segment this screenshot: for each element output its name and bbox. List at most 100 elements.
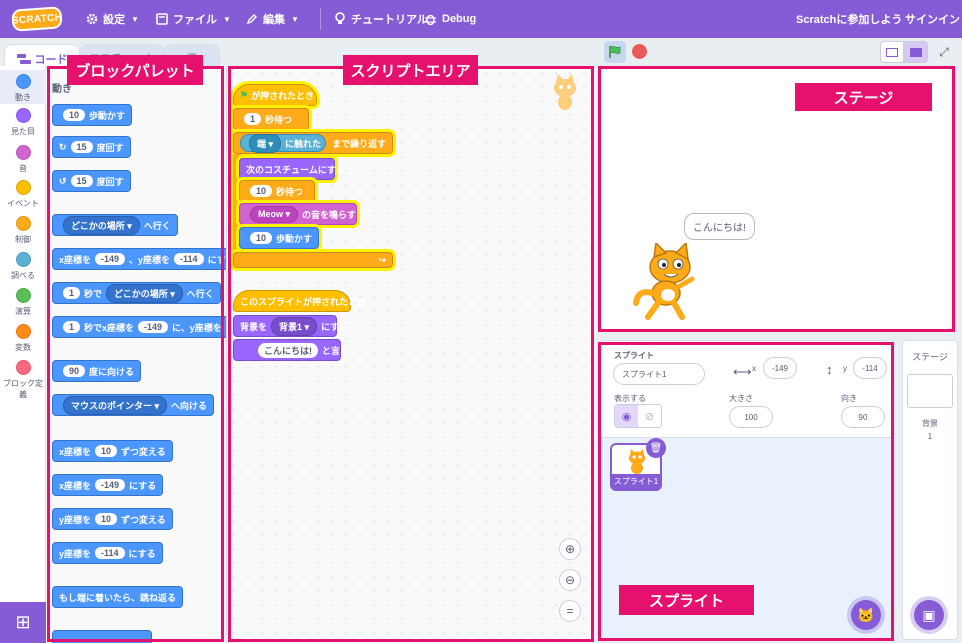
choose-sprite-button[interactable]: 🐱 <box>851 600 881 630</box>
next-costume-block[interactable]: 次のコスチュームにする <box>239 158 345 180</box>
stop-button[interactable] <box>632 44 647 59</box>
dropdown-value: 背景1 <box>279 321 303 332</box>
size-input[interactable]: 100 <box>729 406 773 428</box>
repeat-until-block[interactable]: 端 ▾ に触れた まで繰り返す <box>233 132 393 154</box>
touching-block[interactable]: 端 ▾ に触れた <box>240 133 327 153</box>
category-sensing[interactable]: 調べる <box>0 252 46 281</box>
block-turn-left[interactable]: ↺ 15 度回す <box>52 170 131 192</box>
block-glide-to[interactable]: 1 秒で どこかの場所 ▾ へ行く <box>52 282 221 304</box>
block-input[interactable]: 10 <box>63 109 86 121</box>
sprite-annotation-label: スプライト <box>619 585 754 615</box>
block-bounce[interactable]: もし端に着いたら、跳ね返る <box>52 586 184 608</box>
block-set-x[interactable]: x座標を -149 にする <box>52 474 164 496</box>
backdrop-thumbnail[interactable] <box>907 374 953 408</box>
wait-block[interactable]: 10 秒待つ <box>239 180 315 202</box>
block-input[interactable]: 10 <box>95 513 118 525</box>
zoom-reset-button[interactable]: = <box>559 600 581 622</box>
block-dropdown[interactable]: どこかの場所 ▾ <box>63 215 140 235</box>
wait-block[interactable]: 1 秒待つ <box>233 108 309 130</box>
block-glide-xy[interactable]: 1 秒でx座標を -149 に、y座標を <box>52 316 226 338</box>
cat-sprite[interactable] <box>632 243 698 321</box>
block-input[interactable]: 10 <box>250 185 273 197</box>
block-input[interactable]: -149 <box>95 253 126 265</box>
scratch-logo[interactable]: SCRATCH <box>11 6 63 32</box>
block-input[interactable]: -114 <box>95 547 125 559</box>
block-goto[interactable]: どこかの場所 ▾ へ行く <box>52 214 178 236</box>
block-input[interactable]: 10 <box>250 232 273 244</box>
block-input[interactable]: こんにちは! <box>258 342 318 358</box>
join-scratch-link[interactable]: Scratchに参加しよう <box>796 0 902 38</box>
when-sprite-clicked-block[interactable]: このスプライトが押されたとき <box>233 290 366 312</box>
block-input[interactable]: 10 <box>95 445 118 457</box>
category-my-blocks[interactable]: ブロック定義 <box>0 360 46 400</box>
dropdown-value: Meow <box>258 208 284 219</box>
zoom-out-button[interactable]: ⊖ <box>559 569 581 591</box>
category-variables[interactable]: 変数 <box>0 324 46 353</box>
category-control[interactable]: 制御 <box>0 216 46 245</box>
block-dropdown[interactable]: マウスのポインター ▾ <box>63 395 168 415</box>
block-set-y[interactable]: y座標を -114 にする <box>52 542 163 564</box>
say-block[interactable]: こんにちは! と言う <box>233 339 349 361</box>
category-motion[interactable]: 動き <box>0 70 46 104</box>
block-turn-right[interactable]: ↻ 15 度回す <box>52 136 131 158</box>
script-area[interactable]: ⚑ が押されたとき 1 秒待つ 端 ▾ に触れた まで繰り返す 次のコスチュームにする… <box>226 66 596 643</box>
block-dropdown[interactable]: 端 ▾ <box>249 133 282 153</box>
when-flag-clicked-block[interactable]: ⚑ が押されたとき <box>233 84 317 106</box>
block-text: まで繰り返す <box>332 138 387 149</box>
dropdown-value: どこかの場所 <box>71 220 125 231</box>
block-input[interactable]: -149 <box>95 479 126 491</box>
fullscreen-button[interactable]: ⤢ <box>932 41 956 63</box>
large-stage-icon <box>910 47 922 57</box>
zoom-in-button[interactable]: ⊕ <box>559 538 581 560</box>
move-steps-block[interactable]: 10 歩動かす <box>239 227 319 249</box>
block-change-y[interactable]: y座標を 10 ずつ変える <box>52 508 173 530</box>
large-stage-button[interactable] <box>904 41 928 63</box>
show-eye-button[interactable]: ◉ <box>615 405 638 427</box>
play-sound-block[interactable]: Meow ▾ の音を鳴らす <box>239 203 357 225</box>
block-move-steps[interactable]: 10 歩動かす <box>52 104 133 126</box>
file-menu[interactable]: ファイル ▼ <box>156 0 231 38</box>
edit-label: 編集 <box>263 14 285 26</box>
block-input[interactable]: 90 <box>63 365 86 377</box>
choose-backdrop-button[interactable]: ▣ <box>914 600 944 630</box>
category-looks[interactable]: 見た目 <box>0 108 46 137</box>
block-point-towards[interactable]: マウスのポインター ▾ へ向ける <box>52 394 215 416</box>
delete-sprite-button[interactable]: 🗑 <box>646 438 666 458</box>
block-input[interactable]: 1 <box>63 287 81 299</box>
block-dropdown[interactable]: どこかの場所 ▾ <box>106 283 183 303</box>
green-flag-button[interactable] <box>604 41 626 63</box>
block-dropdown[interactable]: 背景1 ▾ <box>271 316 318 336</box>
block-text: y座標を <box>59 514 92 525</box>
edit-menu[interactable]: 編集 ▼ <box>246 0 299 38</box>
block-text: 秒でx座標を <box>84 322 135 333</box>
block-point-direction[interactable]: 90 度に向ける <box>52 360 142 382</box>
tutorials-button[interactable]: チュートリアル <box>334 0 428 38</box>
category-operators[interactable]: 演算 <box>0 288 46 317</box>
debug-button[interactable]: Debug <box>424 0 476 38</box>
sprite-name-input[interactable]: スプライト1 <box>613 363 705 385</box>
block-partial[interactable] <box>52 630 152 643</box>
add-extension-button[interactable]: ⊞ <box>0 602 46 643</box>
block-input[interactable]: 15 <box>70 141 93 153</box>
block-input[interactable]: -149 <box>138 321 169 333</box>
block-input[interactable]: -114 <box>174 253 204 265</box>
block-goto-xy[interactable]: x座標を-149、y座標を-114にする <box>52 248 226 270</box>
y-input[interactable]: -114 <box>853 357 887 379</box>
debug-label: Debug <box>442 13 477 25</box>
block-input[interactable]: 15 <box>70 175 93 187</box>
x-input[interactable]: -149 <box>763 357 797 379</box>
block-input[interactable]: 1 <box>63 321 81 333</box>
small-stage-button[interactable] <box>880 41 904 63</box>
block-change-x[interactable]: x座標を 10 ずつ変える <box>52 440 173 462</box>
hide-eye-button[interactable]: ⊘ <box>638 405 661 427</box>
direction-input[interactable]: 90 <box>841 406 885 428</box>
signin-link[interactable]: サインイン <box>905 0 960 38</box>
block-dropdown[interactable]: Meow ▾ <box>250 205 299 223</box>
y-label: y <box>843 364 847 373</box>
settings-menu[interactable]: 設定 ▼ <box>86 0 139 38</box>
category-sound[interactable]: 音 <box>0 145 46 174</box>
category-dot <box>15 216 31 231</box>
block-input[interactable]: 1 <box>244 113 262 125</box>
switch-backdrop-block[interactable]: 背景を 背景1 ▾ にする <box>233 315 348 337</box>
category-events[interactable]: イベント <box>0 180 46 209</box>
